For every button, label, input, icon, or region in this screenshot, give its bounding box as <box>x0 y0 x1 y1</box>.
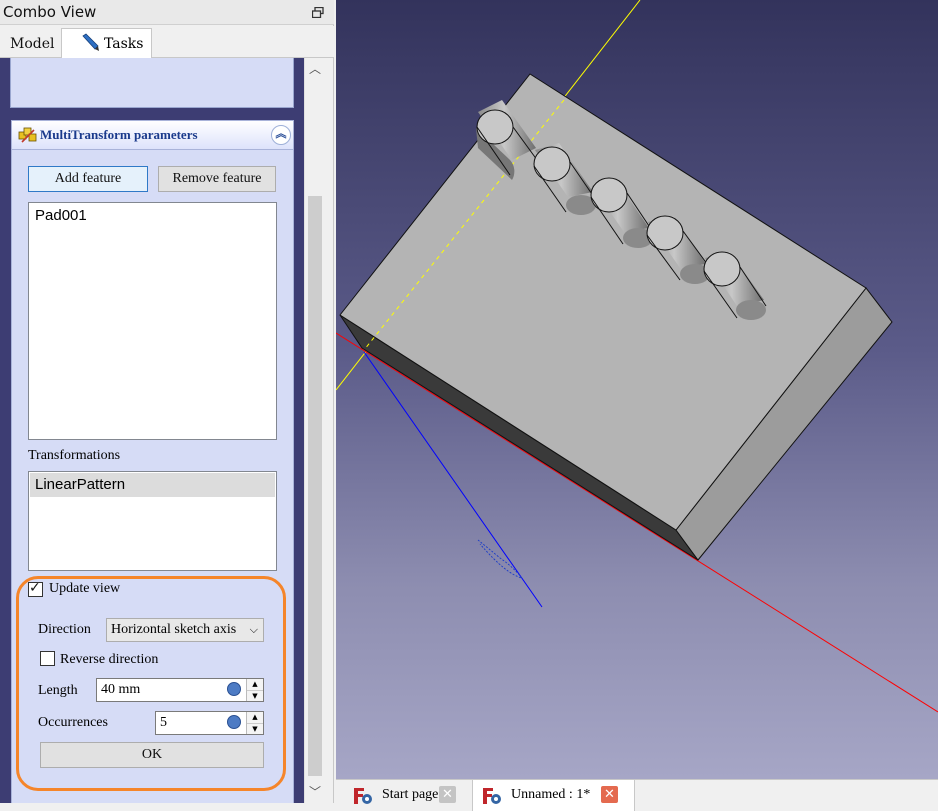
scrollbar-thumb[interactable] <box>308 196 322 776</box>
sketch-curve <box>477 539 524 579</box>
combo-view-titlebar: Combo View <box>0 0 334 25</box>
transformations-list[interactable]: LinearPattern <box>28 471 277 571</box>
highlight-ring <box>16 576 286 791</box>
tab-model-label: Model <box>10 36 55 52</box>
float-panel-icon[interactable] <box>312 7 324 18</box>
list-item[interactable]: Pad001 <box>35 207 87 224</box>
feature-list[interactable]: Pad001 <box>28 202 277 440</box>
block-top-face <box>339 73 867 531</box>
tab-start-page[interactable]: Start page ✕ <box>344 780 464 811</box>
add-feature-button[interactable]: Add feature <box>28 166 148 192</box>
multitransform-panel-header: MultiTransform parameters ︽ <box>11 120 294 150</box>
combo-view-title: Combo View <box>3 3 97 21</box>
3d-viewport[interactable] <box>336 0 938 779</box>
panel-bottom-edge <box>0 803 334 811</box>
tab-unnamed-document[interactable]: Unnamed : 1* ✕ <box>472 780 635 811</box>
multitransform-panel-title: MultiTransform parameters <box>40 127 198 142</box>
combo-view-panel: Combo View Model Tasks MultiTransform pa… <box>0 0 334 811</box>
tab-unnamed-document-label: Unnamed : 1* <box>511 787 591 802</box>
list-item[interactable]: LinearPattern <box>30 473 275 497</box>
freecad-icon <box>483 788 501 804</box>
document-tab-bar: Start page ✕ Unnamed : 1* ✕ <box>336 779 938 811</box>
scroll-up-icon[interactable]: ︿ <box>305 58 325 80</box>
multitransform-icon <box>18 127 37 143</box>
freecad-icon <box>354 788 372 804</box>
close-icon[interactable]: ✕ <box>439 786 456 803</box>
scroll-down-icon[interactable]: ﹀ <box>305 781 325 803</box>
remove-feature-button[interactable]: Remove feature <box>158 166 276 192</box>
3d-scene <box>336 0 938 713</box>
close-icon[interactable]: ✕ <box>601 786 618 803</box>
collapse-panel-button[interactable]: ︽ <box>271 125 291 145</box>
task-panel-scrollbar[interactable]: ︿ ﹀ <box>304 58 324 803</box>
tab-tasks[interactable]: Tasks <box>61 28 152 59</box>
combo-tab-bar: Model Tasks <box>0 26 334 59</box>
tab-start-page-label: Start page <box>382 787 439 802</box>
double-chevron-up-icon: ︽ <box>275 128 287 140</box>
tab-model[interactable]: Model <box>0 28 61 59</box>
pencil-icon <box>82 33 99 51</box>
tab-tasks-label: Tasks <box>104 36 144 52</box>
transformations-label: Transformations <box>28 448 121 463</box>
task-box-previous <box>10 58 294 108</box>
